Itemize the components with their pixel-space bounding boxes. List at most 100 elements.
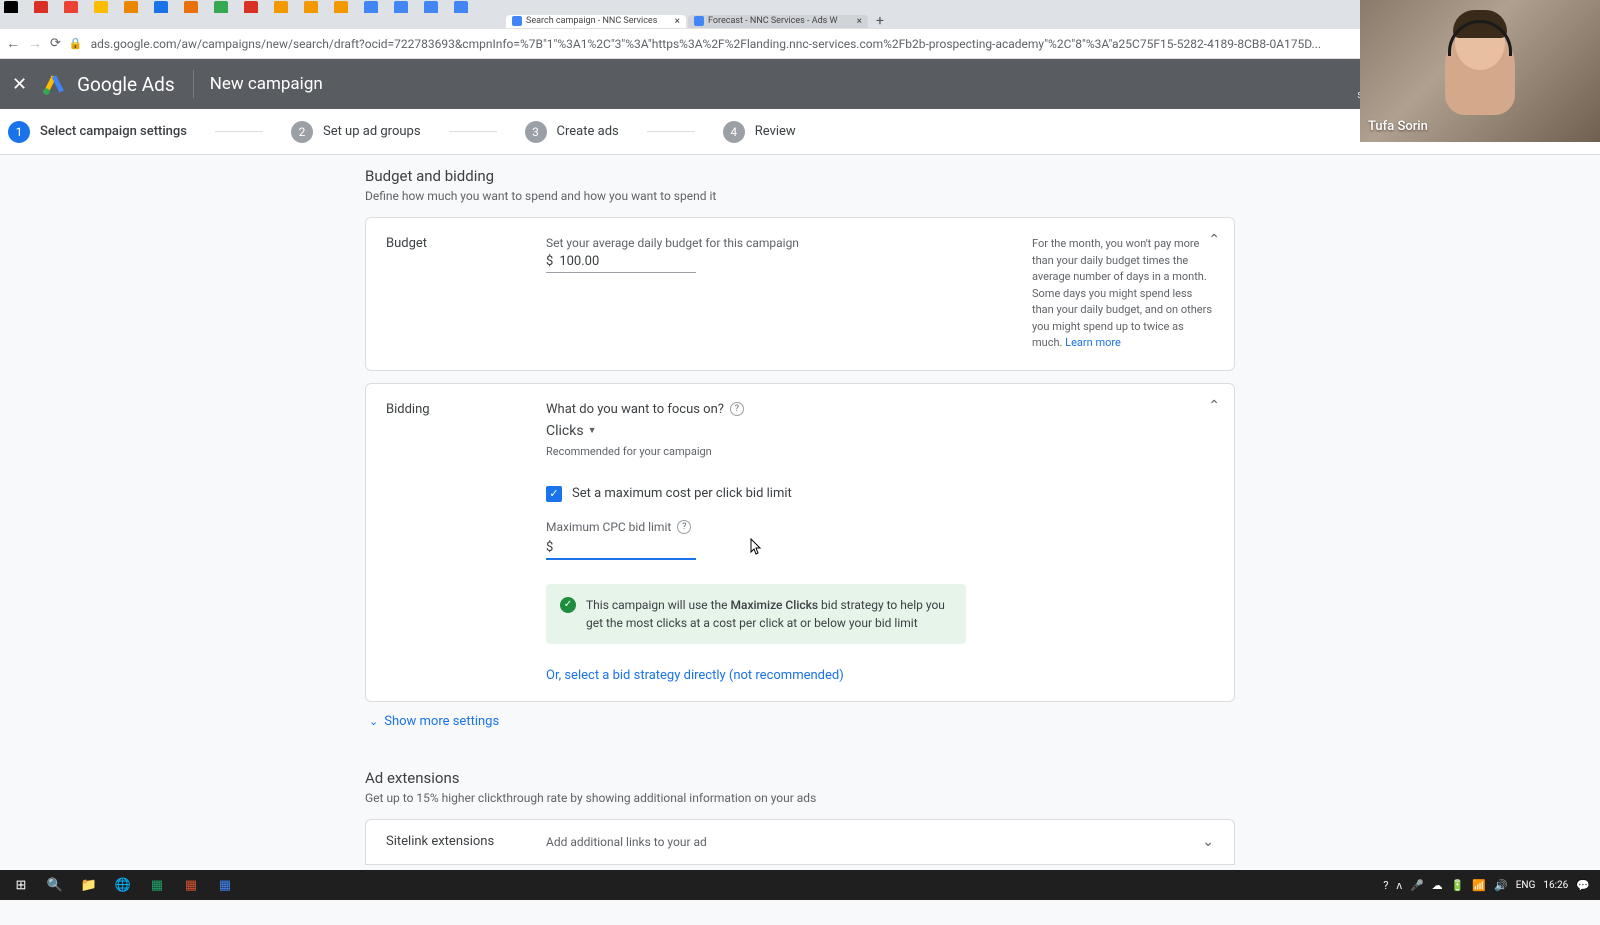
step-2[interactable]: 2 Set up ad groups <box>291 121 421 143</box>
tab-close-icon[interactable]: × <box>857 16 862 27</box>
bookmark-icon[interactable] <box>394 1 408 14</box>
bookmark-icon[interactable] <box>4 1 18 14</box>
strategy-info-banner: ✓ This campaign will use the Maximize Cl… <box>546 584 966 644</box>
bookmark-icon[interactable] <box>214 1 228 14</box>
budget-card: ⌃ Budget Set your average daily budget f… <box>365 217 1235 371</box>
step-1[interactable]: 1 Select campaign settings <box>8 121 187 143</box>
divider <box>193 70 194 98</box>
bookmark-icon[interactable] <box>64 1 78 14</box>
budget-input[interactable]: $ <box>546 254 696 273</box>
reload-icon[interactable]: ⟳ <box>50 36 61 51</box>
forward-icon[interactable]: → <box>28 35 42 52</box>
help-icon[interactable]: ? <box>677 520 691 534</box>
tab-title: Forecast - NNC Services - Ads W <box>708 16 838 26</box>
windows-taskbar: ⊞ 🔍 📁 🌐 ▦ ▦ ▦ ? ʌ 🎤 ☁ 🔋 📶 🔊 ENG 16:26 💬 <box>0 870 1600 900</box>
step-number: 2 <box>291 121 313 143</box>
step-label: Create ads <box>557 124 619 139</box>
cpc-value-input[interactable] <box>559 540 696 555</box>
lock-icon: 🔒 <box>69 37 83 50</box>
bookmark-icon[interactable] <box>364 1 378 14</box>
tray-lang[interactable]: ENG <box>1516 880 1536 891</box>
chevron-down-icon: ▼ <box>588 425 597 436</box>
checkbox-label: Set a maximum cost per click bid limit <box>572 486 792 501</box>
tray-volume-icon[interactable]: 🔊 <box>1494 879 1508 892</box>
search-taskbar-icon[interactable]: 🔍 <box>38 872 72 898</box>
bookmark-icon[interactable] <box>304 1 318 14</box>
alt-strategy-link[interactable]: Or, select a bid strategy directly (not … <box>546 668 844 683</box>
chevron-down-icon: ⌄ <box>369 715 378 728</box>
back-icon[interactable]: ← <box>6 35 20 52</box>
show-more-settings[interactable]: ⌄ Show more settings <box>369 714 1231 729</box>
tray-help-icon[interactable]: ? <box>1383 879 1388 892</box>
webcam-name-label: Tufa Sorin <box>1368 119 1428 134</box>
step-label: Set up ad groups <box>323 124 421 139</box>
bookmark-icon[interactable] <box>94 1 108 14</box>
field-label: Set your average daily budget for this c… <box>546 236 1014 250</box>
step-4[interactable]: 4 Review <box>723 121 796 143</box>
tray-wifi-icon[interactable]: 📶 <box>1472 879 1486 892</box>
bookmark-icon[interactable] <box>334 1 348 14</box>
step-number: 1 <box>8 121 30 143</box>
tab-title: Search campaign - NNC Services <box>526 16 657 26</box>
step-connector <box>449 131 497 132</box>
step-number: 4 <box>723 121 745 143</box>
step-3[interactable]: 3 Create ads <box>525 121 619 143</box>
excel-icon[interactable]: ▦ <box>140 872 174 898</box>
budget-value-input[interactable] <box>559 254 696 269</box>
currency-symbol: $ <box>546 254 553 269</box>
help-icon[interactable]: ? <box>730 402 744 416</box>
tray-battery-icon[interactable]: 🔋 <box>1451 879 1465 892</box>
extensions-subtitle: Get up to 15% higher clickthrough rate b… <box>365 791 1235 805</box>
webcam-overlay: Tufa Sorin <box>1360 0 1600 142</box>
chevron-down-icon[interactable]: ⌄ <box>1202 834 1214 850</box>
bookmark-icon[interactable] <box>244 1 258 14</box>
browser-tab-active[interactable]: Search campaign - NNC Services × <box>506 15 686 28</box>
budget-help-text: For the month, you won't pay more than y… <box>1014 236 1214 352</box>
browser-tab-inactive[interactable]: Forecast - NNC Services - Ads W × <box>688 15 868 28</box>
page-title: New campaign <box>210 74 323 94</box>
focus-dropdown[interactable]: Clicks ▼ <box>546 423 1214 439</box>
focus-value: Clicks <box>546 423 584 439</box>
card-label: Bidding <box>386 402 546 683</box>
extension-description: Add additional links to your ad <box>546 835 1202 849</box>
app-icon[interactable]: ▦ <box>208 872 242 898</box>
bookmark-icon[interactable] <box>424 1 438 14</box>
google-ads-logo <box>41 71 67 97</box>
step-label: Review <box>755 124 796 139</box>
cpc-label: Maximum CPC bid limit <box>546 520 671 534</box>
close-icon[interactable]: ✕ <box>12 74 27 95</box>
bookmark-icon[interactable] <box>124 1 138 14</box>
card-label: Budget <box>386 236 546 352</box>
bookmark-icon[interactable] <box>34 1 48 14</box>
tab-favicon <box>694 16 704 26</box>
new-tab-button[interactable]: + <box>870 13 890 29</box>
step-label: Select campaign settings <box>40 124 187 139</box>
tray-mic-icon[interactable]: 🎤 <box>1410 879 1424 892</box>
powerpoint-icon[interactable]: ▦ <box>174 872 208 898</box>
check-icon: ✓ <box>560 597 576 613</box>
bookmark-icon[interactable] <box>184 1 198 14</box>
bookmark-icon[interactable] <box>154 1 168 14</box>
section-title: Budget and bidding <box>365 167 1235 185</box>
chrome-icon[interactable]: 🌐 <box>106 872 140 898</box>
sitelink-extensions-card[interactable]: Sitelink extensions Add additional links… <box>365 819 1235 865</box>
start-button[interactable]: ⊞ <box>4 872 38 898</box>
bidding-card: ⌃ Bidding What do you want to focus on? … <box>365 383 1235 702</box>
brand-name: Google Ads <box>77 73 175 96</box>
tab-close-icon[interactable]: × <box>675 16 680 27</box>
recommended-text: Recommended for your campaign <box>546 445 1214 458</box>
learn-more-link[interactable]: Learn more <box>1065 336 1121 349</box>
explorer-icon[interactable]: 📁 <box>72 872 106 898</box>
bookmark-icon[interactable] <box>274 1 288 14</box>
tray-chevron-icon[interactable]: ʌ <box>1396 879 1402 892</box>
tray-cloud-icon[interactable]: ☁ <box>1432 879 1443 892</box>
extension-label: Sitelink extensions <box>386 834 546 849</box>
cpc-input[interactable]: $ <box>546 540 696 560</box>
tray-notifications-icon[interactable]: 💬 <box>1576 879 1590 892</box>
collapse-icon[interactable]: ⌃ <box>1208 398 1220 414</box>
bookmark-icon[interactable] <box>454 1 468 14</box>
tray-time[interactable]: 16:26 <box>1543 880 1568 891</box>
step-connector <box>647 131 695 132</box>
cpc-limit-checkbox[interactable]: ✓ <box>546 486 562 502</box>
collapse-icon[interactable]: ⌃ <box>1208 232 1220 248</box>
